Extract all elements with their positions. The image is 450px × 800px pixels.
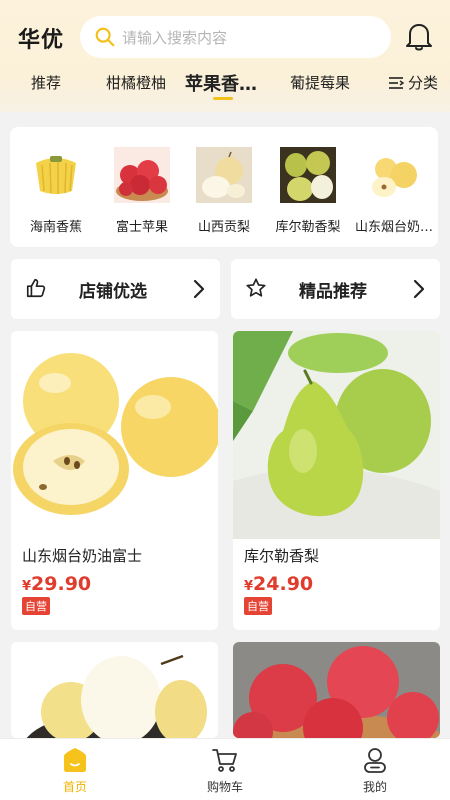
product-image-fuji-apple xyxy=(233,642,440,738)
premium-recommend-button[interactable]: 精品推荐 xyxy=(231,259,440,319)
category-tabs: 推荐 柑橘橙柚 苹果香… 葡提莓果 分类 xyxy=(0,68,450,104)
yantai-apple-image xyxy=(366,147,422,203)
shop-selection-label: 店铺优选 xyxy=(79,282,147,302)
search-placeholder: 请输入搜索内容 xyxy=(122,28,228,47)
product-image-apple xyxy=(11,331,218,539)
cart-icon xyxy=(212,749,237,772)
header: 华优 请输入搜索内容 推荐 柑橘橙柚 苹果香… 葡提莓果 分类 xyxy=(0,0,450,112)
nav-cart[interactable]: 购物车 xyxy=(185,746,265,795)
category-grid: 海南香蕉 富士苹果 山西贡梨 库尔勒香梨 山东烟台奶… xyxy=(10,127,438,247)
premium-recommend-label: 精品推荐 xyxy=(299,282,367,302)
category-item-shanxi-pear[interactable]: 山西贡梨 xyxy=(182,147,266,235)
category-item-korla-pear[interactable]: 库尔勒香梨 xyxy=(266,147,350,235)
apple-basket-image xyxy=(114,147,170,203)
tab-citrus[interactable]: 柑橘橙柚 xyxy=(106,72,166,93)
thumbs-up-icon xyxy=(26,278,46,298)
price-currency: ¥ xyxy=(22,579,32,594)
price-currency: ¥ xyxy=(244,579,254,594)
category-label: 山东烟台奶… xyxy=(354,220,433,235)
nav-cart-label: 购物车 xyxy=(206,780,243,794)
product-name: 库尔勒香梨 xyxy=(244,547,320,565)
search-icon xyxy=(95,27,115,47)
banana-image xyxy=(28,147,84,203)
product-price: ¥24.90 xyxy=(244,573,313,595)
nav-profile[interactable]: 我的 xyxy=(335,746,415,795)
category-label: 海南香蕉 xyxy=(29,220,82,235)
category-button-label: 分类 xyxy=(408,74,439,92)
pear-image xyxy=(196,147,252,203)
nav-home-label: 首页 xyxy=(62,780,87,794)
product-name: 山东烟台奶油富士 xyxy=(22,547,143,565)
nav-home[interactable]: 首页 xyxy=(35,746,115,795)
product-card[interactable] xyxy=(11,642,218,738)
self-operated-badge: 自营 xyxy=(22,597,50,615)
bottom-nav: 首页 购物车 我的 xyxy=(0,738,450,800)
category-label: 富士苹果 xyxy=(115,220,168,235)
tab-apple-pear[interactable]: 苹果香… xyxy=(185,70,257,96)
chevron-right-icon xyxy=(413,279,425,299)
tab-active-indicator xyxy=(213,97,233,100)
category-item-fuji-apple[interactable]: 富士苹果 xyxy=(100,147,184,235)
category-label: 库尔勒香梨 xyxy=(275,220,341,235)
bell-icon[interactable] xyxy=(404,20,434,52)
tab-recommend[interactable]: 推荐 xyxy=(31,72,61,93)
category-label: 山西贡梨 xyxy=(197,220,250,235)
korla-pear-image xyxy=(280,147,336,203)
category-item-banana[interactable]: 海南香蕉 xyxy=(14,147,98,235)
product-image-shanxi-pear xyxy=(11,642,218,738)
star-icon xyxy=(246,278,266,297)
price-value: 29.90 xyxy=(31,573,92,595)
product-card[interactable]: 山东烟台奶油富士 ¥29.90 自营 xyxy=(11,331,218,630)
user-icon xyxy=(364,748,386,773)
product-card[interactable]: 库尔勒香梨 ¥24.90 自营 xyxy=(233,331,440,630)
shop-selection-button[interactable]: 店铺优选 xyxy=(11,259,220,319)
product-card[interactable] xyxy=(233,642,440,738)
list-icon xyxy=(389,76,405,89)
category-button[interactable]: 分类 xyxy=(387,72,438,93)
brand-title: 华优 xyxy=(18,28,65,53)
self-operated-badge: 自营 xyxy=(244,597,272,615)
product-image-pear xyxy=(233,331,440,539)
nav-profile-label: 我的 xyxy=(362,780,387,794)
search-bar[interactable]: 请输入搜索内容 xyxy=(80,16,391,58)
category-item-yantai-apple[interactable]: 山东烟台奶… xyxy=(352,147,436,235)
product-price: ¥29.90 xyxy=(22,573,91,595)
price-value: 24.90 xyxy=(253,573,314,595)
tab-grapes-berries[interactable]: 葡提莓果 xyxy=(290,72,350,93)
home-icon xyxy=(64,748,86,772)
chevron-right-icon xyxy=(193,279,205,299)
